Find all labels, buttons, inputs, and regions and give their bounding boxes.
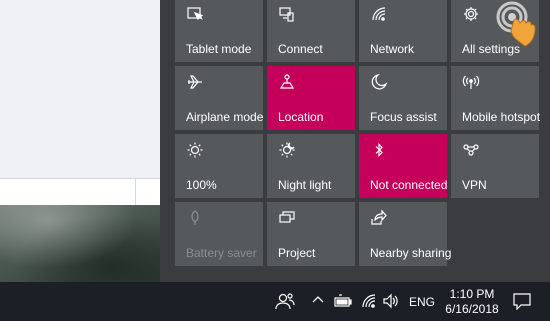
hotspot-icon — [462, 73, 480, 91]
tile-label: Focus assist — [370, 110, 437, 124]
language-indicator[interactable]: ENG — [409, 295, 435, 309]
bluetooth-icon — [370, 141, 388, 159]
notification-icon[interactable] — [513, 293, 531, 312]
tile-label: Not connected — [370, 178, 448, 192]
clock-time: 1:10 PM — [449, 287, 495, 301]
tile-label: Project — [278, 246, 316, 260]
night-light-icon — [278, 141, 296, 159]
app-status-bar — [0, 178, 160, 205]
tile-label: Nearby sharing — [370, 246, 452, 260]
tile-label: Tablet mode — [186, 42, 252, 56]
taskbar: ENG 1:10 PM 6/16/2018 — [0, 282, 550, 321]
tile-project[interactable]: Project — [267, 202, 355, 266]
tile-label: 100% — [186, 178, 217, 192]
moon-icon — [370, 73, 388, 91]
tile-airplane-mode[interactable]: Airplane mode — [175, 66, 263, 130]
tile-all-settings[interactable]: All settings — [451, 0, 539, 62]
nearby-sharing-icon — [370, 209, 388, 227]
desktop-area — [0, 0, 160, 282]
wifi-icon[interactable] — [361, 293, 377, 312]
network-icon — [370, 5, 388, 23]
tile-brightness[interactable]: 100% — [175, 134, 263, 198]
status-bar-divider — [135, 179, 136, 205]
chevron-up-icon[interactable] — [312, 294, 324, 313]
tile-label: Mobile hotspot — [462, 110, 541, 124]
people-icon[interactable] — [275, 292, 295, 311]
tile-label: Location — [278, 110, 324, 124]
tile-nearby-sharing[interactable]: Nearby sharing — [359, 202, 451, 266]
tile-vpn[interactable]: VPN — [451, 134, 539, 198]
tile-label: Night light — [278, 178, 332, 192]
vpn-icon — [462, 141, 480, 159]
tile-label: All settings — [462, 42, 521, 56]
volume-icon[interactable] — [382, 293, 400, 312]
project-icon — [278, 209, 296, 227]
tile-label: Airplane mode — [186, 110, 264, 124]
tile-connect[interactable]: Connect — [267, 0, 355, 62]
tile-tablet-mode[interactable]: Tablet mode — [175, 0, 263, 62]
battery-saver-icon — [186, 209, 204, 227]
tile-label: Connect — [278, 42, 323, 56]
location-icon — [278, 73, 296, 91]
tile-label: Network — [370, 42, 415, 56]
action-center-quick-actions: Tablet mode Connect Network All settings… — [160, 0, 550, 282]
battery-icon[interactable] — [334, 294, 352, 313]
tile-battery-saver[interactable]: Battery saver — [175, 202, 263, 266]
tile-label: VPN — [462, 178, 487, 192]
tile-label: Battery saver — [186, 246, 257, 260]
clock[interactable]: 1:10 PM 6/16/2018 — [444, 287, 500, 317]
tile-bluetooth[interactable]: Not connected — [359, 134, 447, 198]
desktop-wallpaper — [0, 205, 160, 282]
gear-icon — [462, 5, 480, 23]
brightness-icon — [186, 141, 204, 159]
background-app-window[interactable] — [0, 0, 160, 205]
tile-network[interactable]: Network — [359, 0, 447, 62]
tile-night-light[interactable]: Night light — [267, 134, 355, 198]
tile-mobile-hotspot[interactable]: Mobile hotspot — [451, 66, 541, 130]
tile-focus-assist[interactable]: Focus assist — [359, 66, 447, 130]
airplane-icon — [186, 73, 204, 91]
connect-icon — [278, 5, 296, 23]
clock-date: 6/16/2018 — [445, 302, 499, 316]
tile-location[interactable]: Location — [267, 66, 355, 130]
tablet-mode-icon — [186, 5, 204, 23]
